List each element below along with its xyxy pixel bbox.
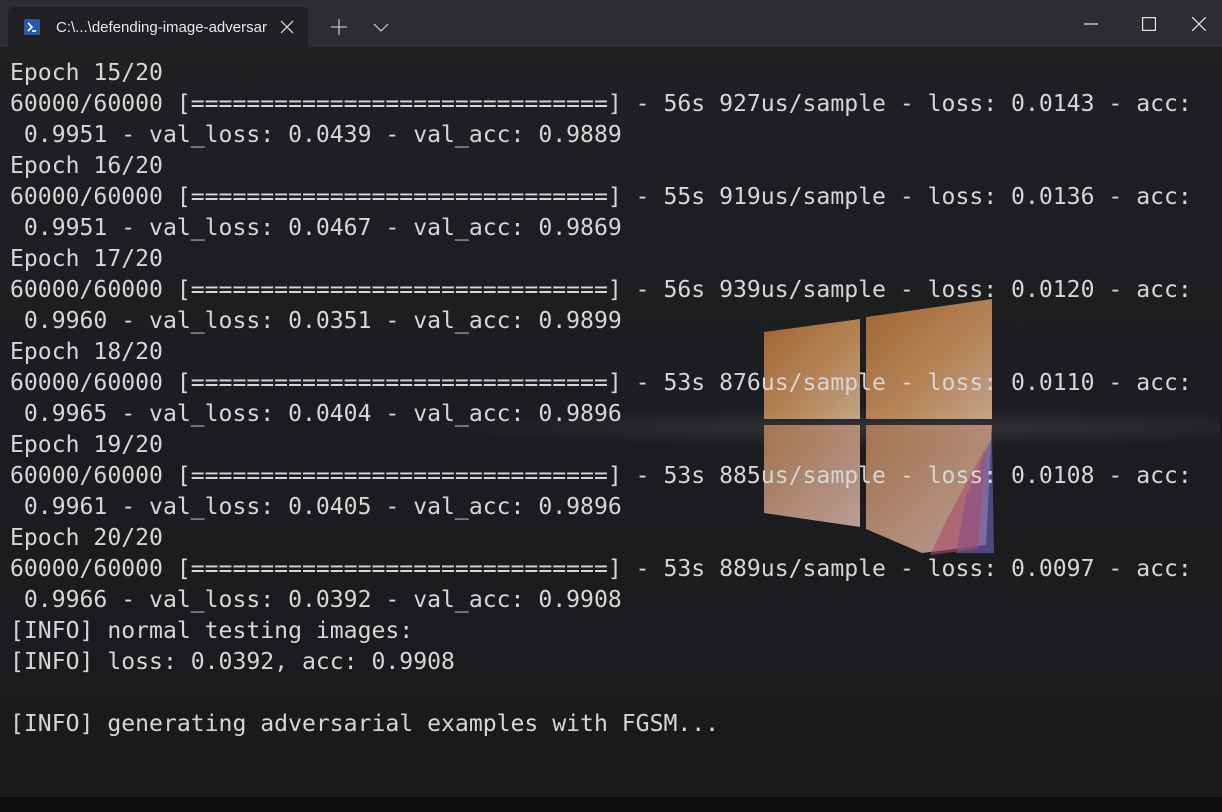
terminal-line: Epoch 15/20 [10, 60, 163, 86]
bottom-bar [0, 797, 1222, 812]
terminal-line: 60000/60000 [===========================… [10, 277, 1192, 303]
chevron-down-icon[interactable] [366, 12, 396, 42]
terminal-line: 0.9961 - val_loss: 0.0405 - val_acc: 0.9… [10, 494, 622, 520]
plus-icon[interactable] [324, 12, 354, 42]
terminal-line: 0.9951 - val_loss: 0.0439 - val_acc: 0.9… [10, 122, 622, 148]
terminal-content[interactable]: Epoch 15/20 60000/60000 [================… [0, 47, 1222, 797]
terminal-window: C:\...\defending-image-adversar Epoch 15… [0, 0, 1222, 812]
tab-title: C:\...\defending-image-adversar [56, 19, 267, 36]
close-window-button[interactable] [1177, 0, 1222, 47]
terminal-line: 0.9960 - val_loss: 0.0351 - val_acc: 0.9… [10, 308, 622, 334]
terminal-line: 60000/60000 [===========================… [10, 556, 1192, 582]
terminal-line: Epoch 17/20 [10, 246, 163, 272]
terminal-line: 0.9966 - val_loss: 0.0392 - val_acc: 0.9… [10, 587, 622, 613]
terminal-line: 0.9965 - val_loss: 0.0404 - val_acc: 0.9… [10, 401, 622, 427]
close-icon [1192, 17, 1206, 31]
title-bar[interactable]: C:\...\defending-image-adversar [0, 0, 1222, 47]
terminal-line: Epoch 18/20 [10, 339, 163, 365]
terminal-line: [INFO] generating adversarial examples w… [10, 711, 720, 737]
tab-close-icon[interactable] [278, 18, 296, 36]
minimize-icon [1084, 23, 1098, 25]
terminal-line: Epoch 19/20 [10, 432, 163, 458]
terminal-line: 60000/60000 [===========================… [10, 184, 1192, 210]
tab-powershell[interactable]: C:\...\defending-image-adversar [8, 7, 308, 47]
maximize-icon [1142, 17, 1156, 31]
terminal-line: Epoch 20/20 [10, 525, 163, 551]
minimize-button[interactable] [1062, 0, 1120, 47]
terminal-output[interactable]: Epoch 15/20 60000/60000 [================… [10, 58, 1215, 740]
terminal-line: Epoch 16/20 [10, 153, 163, 179]
terminal-line: 60000/60000 [===========================… [10, 370, 1192, 396]
terminal-line: [INFO] loss: 0.0392, acc: 0.9908 [10, 649, 455, 675]
terminal-line: 60000/60000 [===========================… [10, 91, 1192, 117]
terminal-line: [INFO] normal testing images: [10, 618, 414, 644]
maximize-button[interactable] [1120, 0, 1178, 47]
powershell-icon [24, 19, 40, 35]
terminal-line: 60000/60000 [===========================… [10, 463, 1192, 489]
terminal-line: 0.9951 - val_loss: 0.0467 - val_acc: 0.9… [10, 215, 622, 241]
